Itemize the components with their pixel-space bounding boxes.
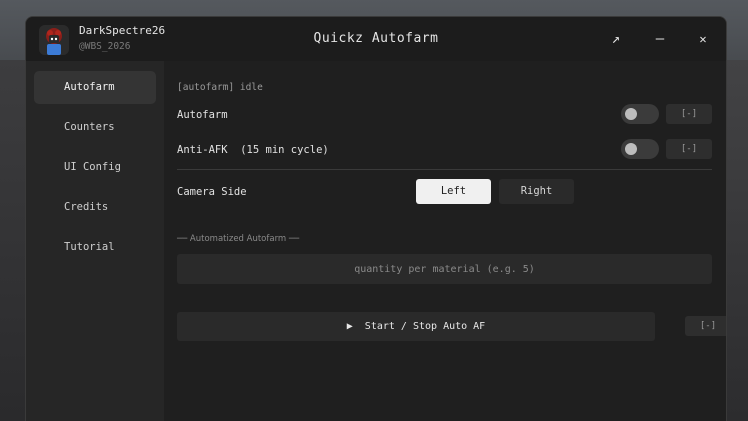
- sidebar-item-credits[interactable]: Credits: [34, 191, 156, 224]
- autofarm-label: Autofarm: [177, 109, 228, 121]
- sidebar-item-counters[interactable]: Counters: [34, 111, 156, 144]
- main-panel: [autofarm] idle Autofarm [-] Anti-AFK (1…: [164, 61, 726, 421]
- autofarm-window: DarkSpectre26 @WBS_2026 Quickz Autofarm …: [25, 16, 727, 421]
- toggle-knob: [625, 143, 637, 155]
- start-stop-label: Start / Stop Auto AF: [364, 321, 486, 332]
- toggle-knob: [625, 108, 637, 120]
- sidebar-item-label: Credits: [64, 201, 109, 213]
- title-bar[interactable]: DarkSpectre26 @WBS_2026 Quickz Autofarm …: [26, 17, 726, 61]
- sidebar-item-tutorial[interactable]: Tutorial: [34, 231, 156, 264]
- anti-afk-label: Anti-AFK (15 min cycle): [177, 144, 329, 156]
- sidebar-item-autofarm[interactable]: Autofarm: [34, 71, 156, 104]
- close-icon: ✕: [699, 32, 707, 46]
- camera-left-button[interactable]: Left: [416, 179, 491, 204]
- popout-button[interactable]: ↗: [606, 29, 626, 49]
- sidebar: Autofarm Counters UI Config Credits Tuto…: [26, 61, 164, 421]
- minimize-button[interactable]: —: [650, 29, 670, 49]
- sidebar-item-ui-config[interactable]: UI Config: [34, 151, 156, 184]
- divider: [177, 169, 712, 170]
- status-text: [autofarm] idle: [177, 82, 263, 93]
- section-title: ── Automatized Autofarm ──: [177, 234, 300, 244]
- popout-icon: ↗: [611, 31, 621, 47]
- anti-afk-keybind-button[interactable]: [-]: [666, 139, 712, 159]
- start-stop-keybind-button[interactable]: [-]: [685, 316, 726, 336]
- close-button[interactable]: ✕: [693, 29, 713, 49]
- sidebar-item-label: Autofarm: [64, 81, 115, 93]
- camera-side-label: Camera Side: [177, 186, 247, 198]
- quantity-input[interactable]: [177, 254, 712, 284]
- anti-afk-toggle[interactable]: [621, 139, 659, 159]
- minimize-icon: —: [655, 31, 665, 47]
- sidebar-item-label: Counters: [64, 121, 115, 133]
- sidebar-item-label: Tutorial: [64, 241, 115, 253]
- camera-right-button[interactable]: Right: [499, 179, 574, 204]
- start-stop-button[interactable]: ▶ Start / Stop Auto AF: [177, 312, 655, 341]
- sidebar-item-label: UI Config: [64, 161, 121, 173]
- autofarm-toggle[interactable]: [621, 104, 659, 124]
- play-icon: ▶: [346, 321, 353, 332]
- autofarm-keybind-button[interactable]: [-]: [666, 104, 712, 124]
